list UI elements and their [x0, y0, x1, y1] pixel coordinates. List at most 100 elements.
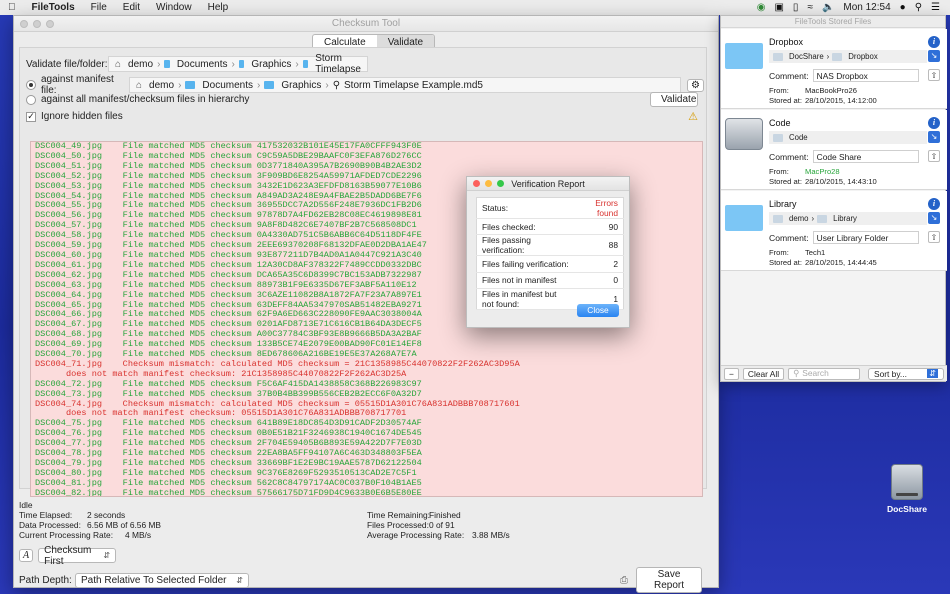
report-label: Files in manifest but not found:: [476, 288, 576, 311]
volume-icon[interactable]: 🔈: [822, 2, 834, 13]
apple-icon[interactable]: : [0, 2, 24, 13]
sort-select[interactable]: Sort by... ⇵: [868, 367, 944, 380]
minimize-window-button[interactable]: [33, 20, 41, 28]
home-folder-icon: ⌂: [136, 79, 143, 91]
menu-file[interactable]: File: [83, 2, 115, 13]
order-select[interactable]: Checksum First ⇵: [38, 545, 117, 567]
manifest-path[interactable]: ⌂ demo › Documents › Graphics › ⚲ Storm Ti…: [129, 77, 681, 93]
validate-button[interactable]: Validate: [650, 92, 698, 107]
wifi-icon[interactable]: ≈: [807, 2, 813, 13]
stored-item[interactable]: Dropbox DocShare › Dropbox Comment: NAS Dropb…: [721, 29, 947, 109]
stored-at-value: 28/10/2015, 14:44:45: [805, 258, 877, 267]
comment-field[interactable]: Code Share: [812, 150, 919, 163]
window-titlebar[interactable]: Checksum Tool: [14, 16, 718, 32]
search-field[interactable]: ⚲ Search: [788, 367, 861, 380]
search-icon: ⚲: [793, 368, 800, 378]
font-icon[interactable]: A: [19, 549, 34, 562]
clear-all-button[interactable]: Clear All: [742, 367, 785, 380]
stat-value: 4 MB/s: [125, 530, 152, 541]
status-state: Idle: [19, 500, 33, 510]
report-label: Status:: [476, 197, 576, 219]
stored-at-label: Stored at:: [769, 96, 802, 105]
notification-center-icon[interactable]: ☰: [931, 2, 940, 13]
spotlight-icon[interactable]: ⚲: [915, 2, 922, 13]
info-icon[interactable]: i: [928, 117, 940, 129]
print-icon[interactable]: ⎙: [620, 575, 628, 586]
dialog-close-dot[interactable]: [473, 180, 480, 187]
stat-value: Finished: [429, 510, 461, 520]
desktop-drive-docshare[interactable]: DocShare: [884, 464, 930, 514]
all-manifest-label[interactable]: against all manifest/checksum files in h…: [41, 94, 249, 105]
menu-app-name[interactable]: FileTools: [24, 2, 83, 13]
warning-icon[interactable]: ⚠: [688, 110, 698, 123]
info-icon[interactable]: i: [928, 198, 940, 210]
stat-label: Current Processing Rate:: [19, 530, 114, 541]
save-report-button[interactable]: Save Report: [636, 567, 702, 593]
info-icon[interactable]: i: [928, 36, 940, 48]
all-manifest-radio[interactable]: [26, 94, 36, 105]
validate-label: Validate file/folder:: [26, 58, 108, 70]
stat-label: Time Elapsed:: [19, 510, 73, 520]
from-label: From:: [769, 248, 789, 257]
share-icon[interactable]: ⇧: [928, 150, 940, 162]
validate-path[interactable]: ⌂ demo › Documents › Graphics › Storm Tim…: [108, 53, 368, 75]
stored-item-path[interactable]: DocShare › Dropbox: [769, 50, 927, 63]
tablet-icon[interactable]: ▣: [774, 2, 783, 13]
ignore-hidden-label[interactable]: Ignore hidden files: [41, 111, 123, 122]
depth-row: Path Depth: Path Relative To Selected Fo…: [19, 567, 714, 593]
report-table: Status: Errors found Files checked: 90 Files…: [476, 197, 624, 311]
stored-item-from: From: MacPro28: [769, 167, 840, 176]
order-select-value: Checksum First: [44, 544, 92, 567]
reveal-icon[interactable]: ↘: [928, 131, 940, 143]
close-window-button[interactable]: [20, 20, 28, 28]
stats-left: Time Elapsed: 2 seconds Data Processed: 6.…: [19, 510, 161, 541]
path-segment: demo: [128, 58, 154, 70]
dialog-titlebar[interactable]: Verification Report: [467, 177, 629, 191]
report-row: Files passing verification: 88: [476, 234, 624, 257]
share-icon[interactable]: ⇧: [928, 231, 940, 243]
user-icon[interactable]: ●: [900, 2, 906, 13]
stored-bottom-bar: − Clear All ⚲ Search Sort by... ⇵: [721, 365, 947, 381]
menu-edit[interactable]: Edit: [115, 2, 148, 13]
stored-panel-title[interactable]: FileTools Stored Files: [721, 16, 945, 28]
path-segment: Storm Timelapse Example.md5: [344, 79, 483, 91]
comment-label: Comment:: [769, 151, 809, 162]
stored-item[interactable]: Code Code Comment: Code Share From: MacPro28 S…: [721, 110, 947, 190]
path-segment: demo: [149, 79, 175, 91]
stored-item-path[interactable]: demo › Library: [769, 212, 927, 225]
comment-field[interactable]: NAS Dropbox: [812, 69, 919, 82]
folder-icon: [773, 52, 783, 61]
stat-average-rate: Average Processing Rate: 3.88 MB/s: [367, 530, 510, 540]
reveal-icon[interactable]: ↘: [928, 50, 940, 62]
path-separator-icon: ›: [157, 58, 161, 70]
stored-item[interactable]: Library demo › Library Comment: User Library …: [721, 191, 947, 271]
stat-label: Data Processed:: [19, 520, 81, 531]
report-label: Files not in manifest: [476, 272, 576, 290]
zoom-window-button[interactable]: [46, 20, 54, 28]
report-label: Files failing verification:: [476, 255, 576, 273]
dialog-minimize-dot[interactable]: [485, 180, 492, 187]
folder-icon: [773, 214, 783, 223]
manifest-settings-gear-icon[interactable]: ⚙: [687, 78, 704, 92]
path-depth-select[interactable]: Path Relative To Selected Folder ⇵: [75, 572, 249, 588]
close-button[interactable]: Close: [577, 304, 619, 317]
airplay-icon[interactable]: ▯: [793, 2, 799, 13]
path-separator-icon: ›: [811, 214, 815, 223]
path-separator-icon: ›: [231, 58, 235, 70]
chevron-updown-icon: ⇵: [103, 551, 111, 560]
filetools-status-icon[interactable]: ◉: [757, 2, 766, 13]
manifest-radio[interactable]: [26, 80, 36, 90]
menu-clock[interactable]: Mon 12:54: [843, 2, 890, 13]
dialog-zoom-dot[interactable]: [497, 180, 504, 187]
ignore-hidden-checkbox[interactable]: ✓: [26, 111, 36, 122]
share-icon[interactable]: ⇧: [928, 69, 940, 81]
dialog-title: Verification Report: [511, 179, 585, 189]
stored-item-path[interactable]: Code: [769, 131, 927, 144]
menu-help[interactable]: Help: [200, 2, 237, 13]
comment-label: Comment:: [769, 70, 809, 81]
from-value[interactable]: MacPro28: [805, 167, 840, 176]
remove-button[interactable]: −: [724, 367, 739, 380]
reveal-icon[interactable]: ↘: [928, 212, 940, 224]
menu-window[interactable]: Window: [148, 2, 200, 13]
comment-field[interactable]: User Library Folder: [812, 231, 919, 244]
